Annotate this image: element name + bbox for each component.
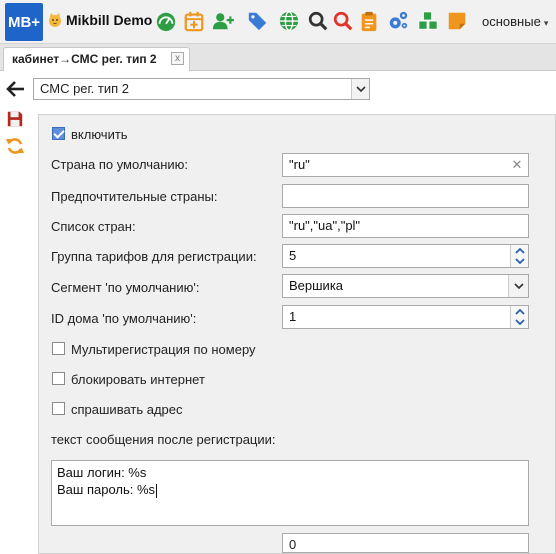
- country-list-value: "ru","ua","pl": [289, 218, 361, 233]
- spin-up-icon[interactable]: [511, 245, 528, 256]
- country-list-label: Список стран:: [51, 219, 136, 234]
- preferred-countries-input[interactable]: [282, 184, 529, 208]
- segment-label: Сегмент 'по умолчанию':: [51, 280, 200, 295]
- message-line-2: Ваш пароль: %s: [57, 482, 156, 497]
- house-id-stepper[interactable]: 1: [282, 305, 529, 329]
- segment-value: Вершика: [289, 278, 344, 293]
- cubes-icon[interactable]: [416, 9, 440, 33]
- top-toolbar: MB+ Mikbill Demo основные ▾: [0, 0, 556, 44]
- country-list-input[interactable]: "ru","ua","pl": [282, 214, 529, 238]
- default-country-label: Страна по умолчанию:: [51, 157, 189, 172]
- sticky-note-icon[interactable]: [445, 9, 469, 33]
- text-cursor: [156, 483, 158, 498]
- tags-icon[interactable]: [246, 9, 270, 33]
- next-field-input[interactable]: 0: [282, 533, 529, 553]
- app-logo[interactable]: MB+: [5, 3, 43, 41]
- clipboard-icon[interactable]: [357, 9, 381, 33]
- message-textarea[interactable]: Ваш логин: %s Ваш пароль: %s: [51, 460, 529, 526]
- gears-icon[interactable]: [386, 9, 410, 33]
- block-internet-checkbox[interactable]: [52, 372, 65, 385]
- tariff-group-value: 5: [289, 248, 297, 263]
- preferred-countries-label: Предпочтительные страны:: [51, 189, 218, 204]
- nav-bar: СМС рег. тип 2: [0, 75, 556, 103]
- tariff-group-stepper[interactable]: 5: [282, 244, 529, 268]
- tab-bar: кабинет→СМС рег. тип 2 x: [0, 44, 556, 71]
- spinner: [510, 245, 528, 267]
- tab-label: кабинет→СМС рег. тип 2: [12, 52, 157, 66]
- next-field-value: 0: [289, 537, 297, 552]
- spin-up-icon[interactable]: [511, 306, 528, 317]
- brand-name: Mikbill Demo: [66, 12, 153, 28]
- house-id-value: 1: [289, 309, 297, 324]
- enable-label: включить: [71, 127, 128, 142]
- multireg-label: Мультирегистрация по номеру: [71, 342, 256, 357]
- close-icon[interactable]: x: [171, 52, 184, 65]
- dashboard-icon[interactable]: [154, 9, 178, 33]
- ask-address-checkbox[interactable]: [52, 402, 65, 415]
- clear-icon[interactable]: ✕: [506, 154, 528, 176]
- globe-icon[interactable]: [277, 9, 301, 33]
- tab-sms-reg[interactable]: кабинет→СМС рег. тип 2 x: [3, 47, 190, 71]
- brand[interactable]: Mikbill Demo: [47, 12, 152, 28]
- page-select[interactable]: СМС рег. тип 2: [33, 78, 370, 100]
- search-icon[interactable]: [306, 9, 330, 33]
- enable-checkbox[interactable]: [52, 127, 65, 140]
- segment-select[interactable]: Вершика: [282, 274, 529, 298]
- spin-down-icon[interactable]: [511, 317, 528, 328]
- user-add-icon[interactable]: [211, 9, 235, 33]
- ask-address-label: спрашивать адрес: [71, 402, 183, 417]
- spinner: [510, 306, 528, 328]
- default-country-value: "ru": [289, 157, 310, 172]
- arrow-left-icon[interactable]: [5, 78, 27, 100]
- save-icon[interactable]: [5, 110, 25, 128]
- spin-down-icon[interactable]: [511, 256, 528, 267]
- menu-selector-label: основные: [482, 14, 541, 29]
- default-country-input[interactable]: "ru" ✕: [282, 153, 529, 177]
- search-red-icon[interactable]: [331, 9, 355, 33]
- message-line-1: Ваш логин: %s: [57, 465, 147, 480]
- menu-selector[interactable]: основные ▾: [482, 14, 548, 29]
- page-select-value: СМС рег. тип 2: [40, 81, 130, 96]
- house-id-label: ID дома 'по умолчанию':: [51, 311, 197, 326]
- caret-down-icon: ▾: [543, 18, 549, 28]
- tariff-group-label: Группа тарифов для регистрации:: [51, 249, 257, 264]
- block-internet-label: блокировать интернет: [71, 372, 205, 387]
- multireg-checkbox[interactable]: [52, 342, 65, 355]
- refresh-icon[interactable]: [5, 136, 25, 156]
- chevron-down-icon[interactable]: [351, 79, 369, 99]
- message-label: текст сообщения после регистрации:: [51, 432, 276, 447]
- chevron-down-icon[interactable]: [508, 275, 528, 297]
- calendar-add-icon[interactable]: [182, 9, 206, 33]
- cat-icon: [49, 13, 61, 27]
